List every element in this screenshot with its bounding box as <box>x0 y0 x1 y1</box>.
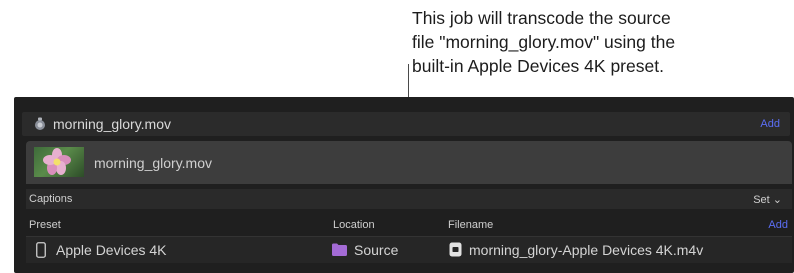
source-row[interactable]: morning_glory.mov <box>26 141 792 184</box>
job-title: morning_glory.mov <box>53 116 172 132</box>
callout-line-1: This job will transcode the source <box>412 8 671 28</box>
location-value[interactable]: Source <box>354 242 398 258</box>
job-header[interactable]: morning_glory.mov Add <box>22 112 790 136</box>
captions-bar: Captions Set ⌄ <box>26 189 792 209</box>
add-job-output-button[interactable]: Add <box>760 118 780 130</box>
iphone-icon <box>36 242 46 263</box>
document-icon <box>449 242 462 262</box>
compressor-icon <box>32 116 48 132</box>
column-header-preset: Preset <box>29 219 61 231</box>
add-output-button[interactable]: Add <box>768 219 788 231</box>
filename-value[interactable]: morning_glory-Apple Devices 4K.m4v <box>469 242 703 258</box>
column-header-location: Location <box>333 219 375 231</box>
source-filename: morning_glory.mov <box>94 155 213 171</box>
table-row[interactable]: Apple Devices 4K Source morning_glory-Ap… <box>26 236 792 263</box>
flower-thumbnail <box>34 147 84 177</box>
callout-line-2: file "morning_glory.mov" using the <box>412 32 676 52</box>
captions-set-button[interactable]: Set ⌄ <box>753 193 782 206</box>
callout-line-3: built-in Apple Devices 4K preset. <box>412 56 664 76</box>
callout-text: This job will transcode the source file … <box>412 6 772 78</box>
output-table-header: Preset Location Filename Add <box>26 214 792 234</box>
captions-label: Captions <box>29 193 73 205</box>
folder-icon <box>332 243 347 261</box>
preset-name: Apple Devices 4K <box>56 242 167 258</box>
column-header-filename: Filename <box>448 219 494 231</box>
